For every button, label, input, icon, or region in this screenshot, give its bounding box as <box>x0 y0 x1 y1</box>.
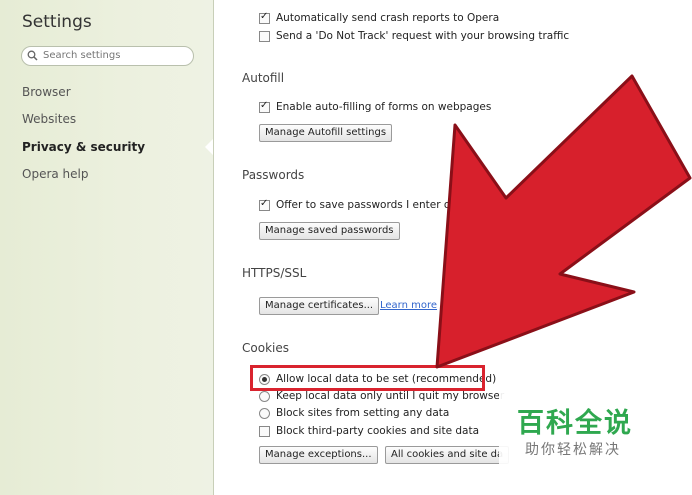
block-third-party-checkbox[interactable] <box>259 425 270 437</box>
enable-autofill-row[interactable]: Enable auto-filling of forms on webpages <box>259 100 492 113</box>
https-ssl-heading: HTTPS/SSL <box>242 266 307 280</box>
block-third-party-label: Block third-party cookies and site data <box>276 425 480 437</box>
sidebar-item-browser[interactable]: Browser <box>22 85 71 99</box>
manage-exceptions-button[interactable]: Manage exceptions... <box>259 446 378 464</box>
crash-reports-row[interactable]: Automatically send crash reports to Oper… <box>259 11 500 24</box>
manage-passwords-button[interactable]: Manage saved passwords <box>259 222 400 240</box>
do-not-track-checkbox[interactable] <box>259 30 270 42</box>
watermark-brand: 百科全说 <box>517 408 633 439</box>
passwords-heading: Passwords <box>242 168 305 182</box>
do-not-track-label: Send a 'Do Not Track' request with your … <box>276 30 570 42</box>
sidebar-title: Settings <box>22 12 92 32</box>
keep-until-quit-radio[interactable] <box>259 390 270 402</box>
all-cookies-button[interactable]: All cookies and site da <box>385 446 510 464</box>
manage-autofill-button[interactable]: Manage Autofill settings <box>259 124 393 142</box>
cookie-option-keep-until-quit[interactable]: Keep local data only until I quit my bro… <box>259 390 504 402</box>
learn-more-link[interactable]: Learn more <box>380 300 437 311</box>
cookie-option-block-all[interactable]: Block sites from setting any data <box>259 407 449 419</box>
sidebar-item-opera-help[interactable]: Opera help <box>22 167 89 181</box>
offer-save-passwords-label: Offer to save passwords I enter on t <box>276 199 465 211</box>
crash-reports-label: Automatically send crash reports to Oper… <box>276 12 500 24</box>
enable-autofill-label: Enable auto-filling of forms on webpages <box>276 101 492 113</box>
settings-sidebar: Settings Browser Websites Privacy & secu… <box>0 0 214 495</box>
search-input[interactable] <box>41 49 190 62</box>
offer-save-passwords-checkbox[interactable] <box>259 198 270 211</box>
block-sites-radio[interactable] <box>259 407 270 419</box>
block-sites-label: Block sites from setting any data <box>276 407 450 419</box>
cookies-heading: Cookies <box>242 341 289 355</box>
search-settings-field[interactable] <box>21 46 194 66</box>
active-item-indicator <box>205 139 213 155</box>
sidebar-item-privacy-security[interactable]: Privacy & security <box>22 140 145 154</box>
do-not-track-row[interactable]: Send a 'Do Not Track' request with your … <box>259 30 569 42</box>
keep-until-quit-label: Keep local data only until I quit my bro… <box>276 390 505 402</box>
autofill-heading: Autofill <box>242 71 285 85</box>
sidebar-item-websites[interactable]: Websites <box>22 112 76 126</box>
enable-autofill-checkbox[interactable] <box>259 100 270 113</box>
offer-save-passwords-row[interactable]: Offer to save passwords I enter on t <box>259 198 465 211</box>
watermark: 百科全说 助你轻松解决 <box>499 393 667 468</box>
manage-certificates-button[interactable]: Manage certificates... <box>259 297 380 315</box>
watermark-tagline: 助你轻松解决 <box>525 442 621 458</box>
crash-reports-checkbox[interactable] <box>259 11 270 24</box>
block-third-party-row[interactable]: Block third-party cookies and site data <box>259 425 479 437</box>
search-icon <box>27 50 38 64</box>
highlight-box <box>250 365 485 391</box>
